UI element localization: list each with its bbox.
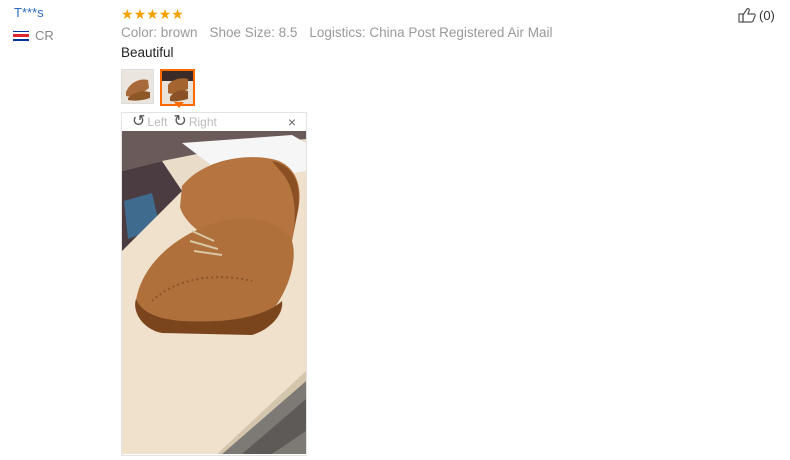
rotate-right-label: Right	[188, 115, 217, 129]
meta-color: Color: brown	[121, 25, 198, 40]
close-icon[interactable]: ×	[288, 114, 296, 130]
image-viewer: ↺ Left ↻ Right ×	[121, 112, 307, 456]
rotate-right-icon: ↻	[173, 113, 187, 130]
star-icon: ★	[171, 6, 184, 22]
meta-shoe-size: Shoe Size: 8.5	[209, 25, 298, 40]
review-thumbnail-2[interactable]	[160, 69, 195, 106]
thumbs-up-icon	[738, 8, 756, 23]
reviewer-country: CR	[13, 28, 54, 43]
rotate-right-button[interactable]: ↻ Right	[173, 113, 217, 130]
review-thumbnails	[121, 69, 195, 106]
star-rating: ★ ★ ★ ★ ★	[121, 6, 184, 22]
star-icon: ★	[133, 6, 147, 22]
star-icon: ★	[158, 6, 172, 22]
meta-logistics: Logistics: China Post Registered Air Mai…	[309, 25, 553, 40]
rotate-left-label: Left	[147, 115, 168, 129]
rotate-left-button[interactable]: ↺ Left	[132, 113, 168, 130]
costa-rica-flag-icon	[13, 30, 29, 41]
review-photo	[122, 131, 306, 454]
like-button[interactable]: (0)	[738, 7, 775, 23]
active-thumbnail-caret	[174, 102, 184, 108]
star-icon: ★	[146, 6, 159, 22]
country-code: CR	[35, 28, 54, 43]
reviewer-name[interactable]: T***s	[14, 5, 44, 20]
order-meta: Color: brown Shoe Size: 8.5 Logistics: C…	[121, 25, 552, 40]
star-icon: ★	[121, 6, 134, 22]
shoe-photo-thumbnail	[122, 70, 153, 103]
like-count: (0)	[759, 7, 775, 23]
review-thumbnail-1[interactable]	[121, 69, 154, 104]
shoe-photo-thumbnail	[162, 71, 193, 104]
viewer-toolbar: ↺ Left ↻ Right ×	[122, 113, 306, 131]
rotate-left-icon: ↺	[132, 113, 146, 130]
review-text: Beautiful	[121, 45, 174, 60]
